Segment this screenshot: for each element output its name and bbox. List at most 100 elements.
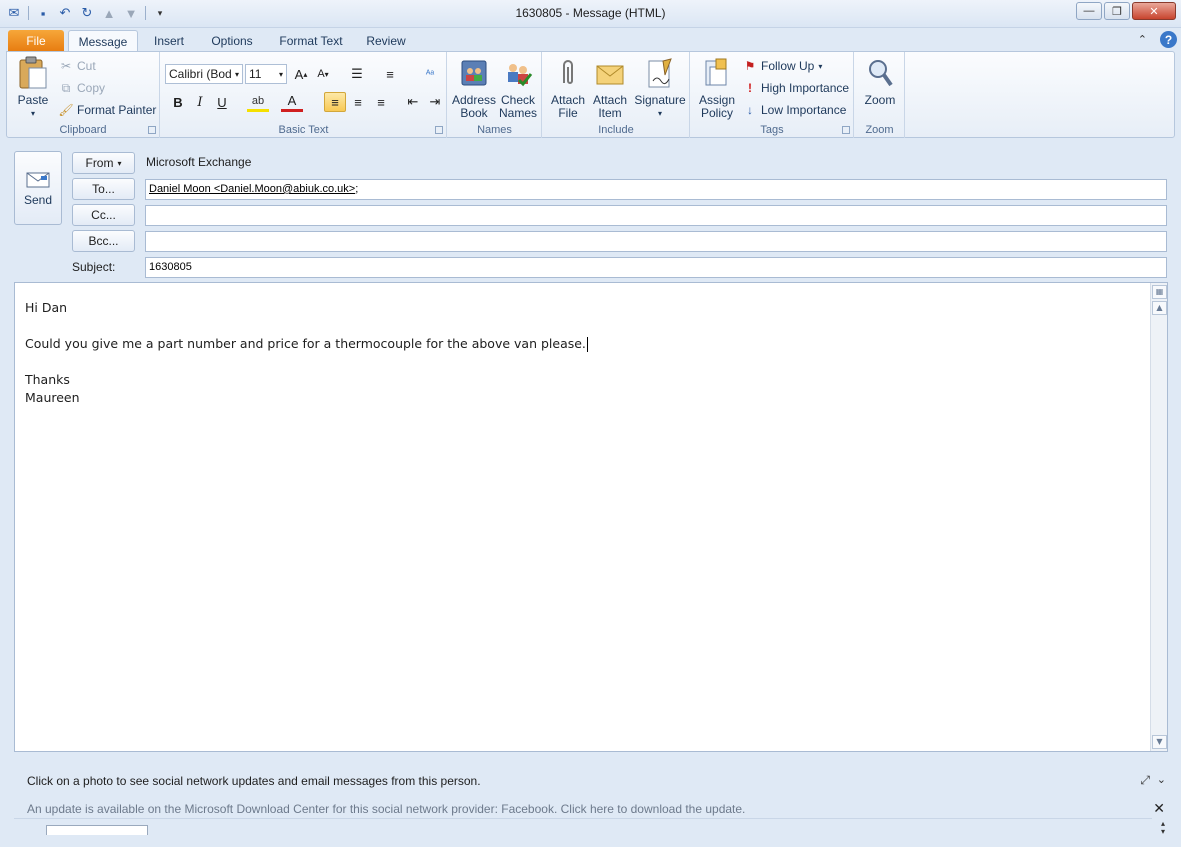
- attach-item-label-2: Item: [598, 106, 622, 120]
- body-blank-line: [25, 353, 1157, 371]
- tab-format-text[interactable]: Format Text: [275, 30, 347, 52]
- scroll-up-arrow[interactable]: ▲: [1152, 301, 1167, 315]
- italic-button[interactable]: I: [189, 92, 211, 112]
- basic-text-group: Calibri (Bod ▾ 11 ▾ A ▴ A ▾ ☰ ≡ ᴬᵃ B I U a…: [161, 52, 447, 138]
- numbering-button[interactable]: ≡: [379, 64, 401, 84]
- font-color-button[interactable]: A: [281, 92, 303, 112]
- assign-policy-button[interactable]: Assign Policy: [695, 56, 739, 120]
- to-field[interactable]: Daniel Moon <Daniel.Moon@abiuk.co.uk>;: [145, 179, 1167, 200]
- font-size-value: 11: [249, 67, 262, 81]
- paperclip-icon: [552, 56, 584, 90]
- brush-icon: 🖌: [58, 103, 74, 117]
- send-button[interactable]: Send: [14, 151, 62, 225]
- update-notice[interactable]: An update is available on the Microsoft …: [27, 802, 745, 816]
- attach-item-button[interactable]: Attach Item: [590, 56, 630, 120]
- recipient-separator: ;: [355, 183, 359, 195]
- follow-up-button[interactable]: ⚑ Follow Up ▾: [743, 57, 823, 75]
- address-book-button[interactable]: Address Book: [452, 56, 496, 120]
- bcc-button[interactable]: Bcc...: [72, 230, 135, 252]
- chevron-down-icon: ▾: [30, 109, 35, 118]
- check-names-icon: [502, 56, 534, 90]
- vertical-scrollbar[interactable]: ▦ ▲ ▼: [1150, 283, 1167, 751]
- body-request-line: Could you give me a part number and pric…: [25, 335, 1157, 353]
- copy-button[interactable]: ⧉ Copy: [59, 79, 105, 97]
- format-painter-button[interactable]: 🖌 Format Painter: [58, 101, 156, 119]
- message-header: Send From ▾ Microsoft Exchange To... Dan…: [6, 138, 1175, 281]
- tab-message[interactable]: Message: [68, 30, 138, 52]
- align-right-button[interactable]: ≡: [370, 92, 392, 112]
- ribbon: Paste ▾ ✂ Cut ⧉ Copy 🖌 Format Painter Cl…: [6, 51, 1175, 138]
- copy-label: Copy: [77, 81, 106, 95]
- scroll-down-arrow[interactable]: ▼: [1152, 735, 1167, 749]
- font-name-value: Calibri (Bod: [169, 67, 232, 81]
- ribbon-tabs: File Message Insert Options Format Text …: [0, 28, 1181, 52]
- paste-button[interactable]: Paste ▾: [13, 56, 53, 120]
- people-pane: Click on a photo to see social network u…: [14, 760, 1168, 844]
- from-account: Microsoft Exchange: [146, 155, 252, 169]
- collapse-ribbon-icon[interactable]: ⌃: [1138, 33, 1147, 46]
- message-body[interactable]: Hi Dan Could you give me a part number a…: [14, 282, 1168, 752]
- check-names-button[interactable]: Check Names: [497, 56, 539, 120]
- increase-indent-button[interactable]: ⇥: [424, 92, 446, 112]
- minimize-button[interactable]: —: [1076, 2, 1102, 20]
- envelope-icon: [594, 56, 626, 90]
- cc-field[interactable]: [145, 205, 1167, 226]
- font-name-combo[interactable]: Calibri (Bod ▾: [165, 64, 243, 84]
- from-button[interactable]: From ▾: [72, 152, 135, 174]
- dialog-launcher-icon[interactable]: [148, 126, 156, 134]
- subject-field[interactable]: 1630805: [145, 257, 1167, 278]
- dialog-launcher-icon[interactable]: [435, 126, 443, 134]
- decrease-indent-button[interactable]: ⇤: [402, 92, 424, 112]
- zoom-group-label: Zoom: [865, 124, 894, 136]
- align-left-button[interactable]: ≡: [324, 92, 346, 112]
- chevron-down-icon: ▾: [278, 69, 283, 79]
- people-strip: [14, 818, 1152, 834]
- chevron-down-icon[interactable]: ⌄: [1157, 773, 1166, 786]
- font-size-combo[interactable]: 11 ▾: [245, 64, 287, 84]
- close-icon[interactable]: ✕: [1153, 800, 1165, 817]
- scissors-icon: ✂: [60, 59, 72, 73]
- text-cursor: [586, 337, 588, 352]
- zoom-group: Zoom Zoom: [855, 52, 905, 138]
- body-greeting: Hi Dan: [25, 300, 68, 315]
- bullets-button[interactable]: ☰: [346, 64, 368, 84]
- chevron-down-icon: ▾: [234, 69, 239, 79]
- align-center-button[interactable]: ≡: [347, 92, 369, 112]
- chevron-down-icon: ▾: [117, 158, 122, 168]
- close-button[interactable]: ✕: [1132, 2, 1176, 20]
- highlight-button[interactable]: ab: [247, 92, 269, 112]
- bold-button[interactable]: B: [167, 92, 189, 112]
- to-button[interactable]: To...: [72, 178, 135, 200]
- tab-file[interactable]: File: [8, 30, 64, 52]
- tags-group: Assign Policy ⚑ Follow Up ▾ ! High Impor…: [691, 52, 854, 138]
- expand-icon[interactable]: ⤢: [1140, 773, 1150, 788]
- cc-button[interactable]: Cc...: [72, 204, 135, 226]
- people-scroll-icon[interactable]: ▴ ▾: [1161, 820, 1165, 836]
- bcc-field[interactable]: [145, 231, 1167, 252]
- window-controls: — ❐ ✕: [1076, 2, 1176, 20]
- styles-icon[interactable]: ᴬᵃ: [419, 64, 441, 84]
- arrow-down-icon: ↓: [747, 103, 753, 117]
- underline-button[interactable]: U: [211, 92, 233, 112]
- attach-file-button[interactable]: Attach File: [547, 56, 589, 120]
- tab-review[interactable]: Review: [363, 30, 409, 52]
- grow-font-button[interactable]: A ▴: [290, 64, 312, 84]
- dialog-launcher-icon[interactable]: [842, 126, 850, 134]
- send-label: Send: [23, 193, 53, 207]
- tab-insert[interactable]: Insert: [148, 30, 190, 52]
- high-importance-button[interactable]: ! High Importance: [743, 79, 849, 97]
- ruler-toggle-icon[interactable]: ▦: [1152, 285, 1167, 299]
- shrink-font-button[interactable]: A ▾: [312, 64, 334, 84]
- cut-button[interactable]: ✂ Cut: [59, 57, 96, 75]
- low-importance-button[interactable]: ↓ Low Importance: [743, 101, 846, 119]
- zoom-button[interactable]: Zoom: [859, 56, 901, 107]
- recipient-chip[interactable]: Daniel Moon <Daniel.Moon@abiuk.co.uk>: [149, 183, 355, 195]
- zoom-label: Zoom: [864, 93, 896, 107]
- tab-options[interactable]: Options: [205, 30, 259, 52]
- chevron-down-icon: ▾: [657, 109, 662, 118]
- person-photo-slot[interactable]: [46, 825, 148, 835]
- maximize-button[interactable]: ❐: [1104, 2, 1130, 20]
- signature-button[interactable]: Signature ▾: [632, 56, 688, 120]
- help-icon[interactable]: ?: [1160, 31, 1177, 48]
- signature-label: Signature: [634, 93, 686, 107]
